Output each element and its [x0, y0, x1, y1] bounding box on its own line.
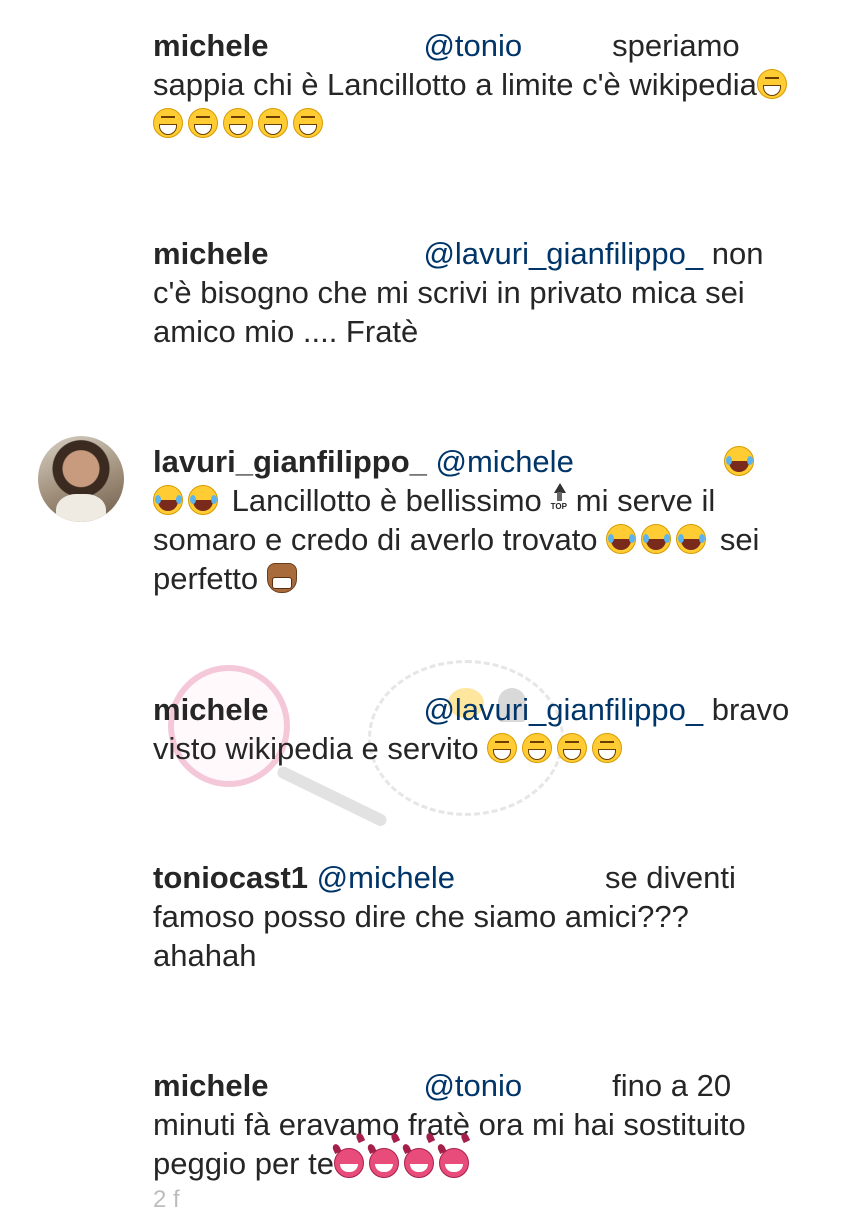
grinning-squinting-face-icon [153, 108, 183, 138]
comment-mention[interactable]: @lavuri_gianfilippo_ [423, 692, 703, 727]
comment-item: michele @tonio speriamo sappia chi è Lanci… [0, 26, 860, 156]
smiling-devil-icon [403, 1148, 434, 1178]
comment-username[interactable]: toniocast1 [153, 860, 308, 895]
tears-of-joy-face-icon [641, 524, 672, 554]
grinning-squinting-face-icon [756, 69, 787, 99]
grinning-squinting-face-icon [557, 733, 588, 763]
comment-body: lavuri_gianfilippo_ @michele Lancillotto… [153, 442, 793, 598]
comment-item: toniocast1 @michele se diventi famoso pos… [0, 858, 860, 978]
comment-text: Lancillotto è bellissimo [231, 483, 542, 518]
tears-of-joy-face-icon [676, 524, 707, 554]
grinning-squinting-face-icon [522, 733, 553, 763]
tears-of-joy-face-icon [153, 485, 183, 515]
tears-of-joy-face-icon [188, 485, 218, 515]
comment-username[interactable]: lavuri_gianfilippo_ [153, 444, 427, 479]
comment-mention[interactable]: @tonio [423, 28, 522, 63]
comment-item: michele @tonio fino a 20 minuti fà eravamo… [0, 1066, 860, 1186]
comment-username[interactable]: michele [153, 692, 268, 727]
comment-item: michele @lavuri_gianfilippo_ non c'è biso… [0, 234, 860, 354]
comment-body: michele @lavuri_gianfilippo_ non c'è biso… [153, 234, 793, 351]
grinning-squinting-face-icon [188, 108, 218, 138]
comment-username[interactable]: michele [153, 1068, 268, 1103]
grinning-squinting-face-icon [258, 108, 288, 138]
comment-username[interactable]: michele [153, 236, 268, 271]
smiling-devil-icon [438, 1148, 469, 1178]
comment-meta-partial: 2 f [153, 1186, 180, 1213]
horse-face-icon [266, 563, 297, 593]
grinning-squinting-face-icon [293, 108, 323, 138]
comment-body: michele @tonio fino a 20 minuti fà eravamo… [153, 1066, 793, 1183]
grinning-squinting-face-icon [487, 733, 518, 763]
comment-body: toniocast1 @michele se diventi famoso pos… [153, 858, 793, 975]
grinning-squinting-face-icon [223, 108, 253, 138]
comment-mention[interactable]: @michele [317, 860, 455, 895]
smiling-devil-icon [333, 1148, 364, 1178]
smiling-devil-icon [368, 1148, 399, 1178]
comment-mention[interactable]: @tonio [423, 1068, 522, 1103]
comment-username[interactable]: michele [153, 28, 268, 63]
comment-mention[interactable]: @lavuri_gianfilippo_ [423, 236, 703, 271]
comment-item: lavuri_gianfilippo_ @michele Lancillotto… [0, 442, 860, 602]
comment-body: michele @lavuri_gianfilippo_ bravo visto … [153, 690, 793, 768]
tears-of-joy-face-icon [606, 524, 637, 554]
tears-of-joy-face-icon [723, 446, 754, 476]
comment-mention[interactable]: @michele [436, 444, 574, 479]
comment-body: michele @tonio speriamo sappia chi è Lanci… [153, 26, 793, 143]
comment-item: michele @lavuri_gianfilippo_ bravo visto … [0, 690, 860, 780]
top-arrow-icon [546, 483, 572, 517]
grinning-squinting-face-icon [592, 733, 623, 763]
